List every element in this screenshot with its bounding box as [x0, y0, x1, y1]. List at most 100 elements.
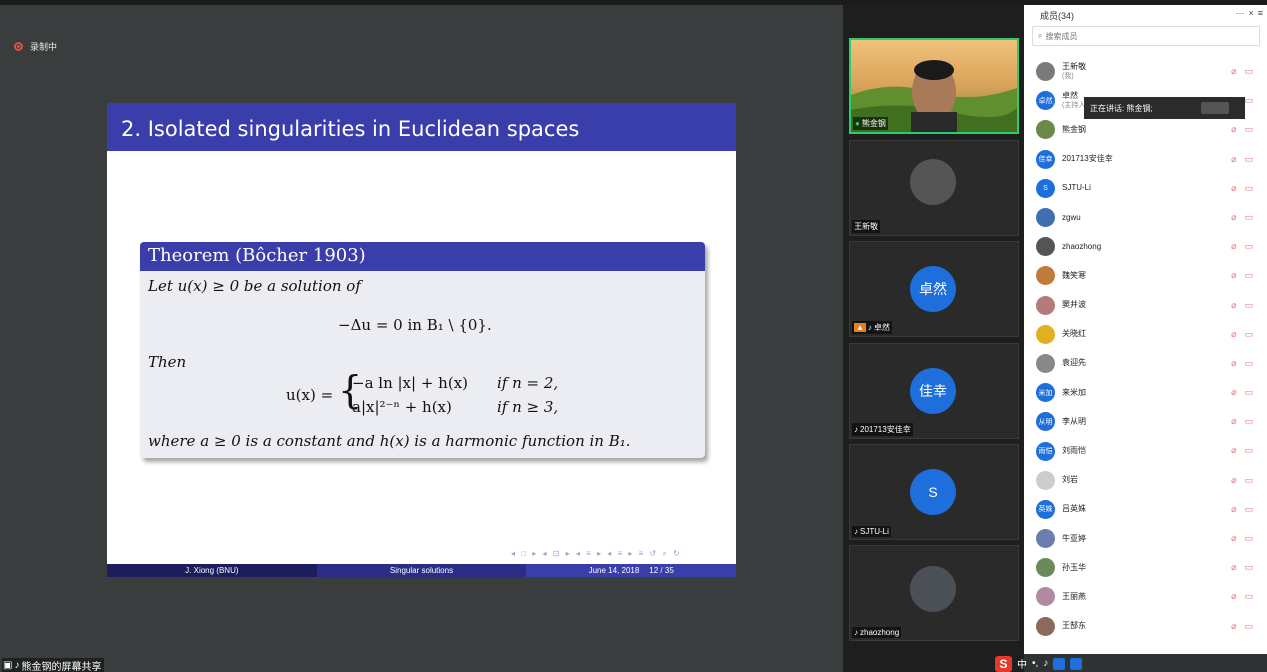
mic-muted-icon[interactable]: ⌀	[1231, 154, 1236, 165]
video-tile-zhaozhong[interactable]: ♪ zhaozhong	[849, 545, 1019, 641]
member-item[interactable]: S SJTU-Li ⌀ ▭	[1024, 174, 1267, 203]
member-search-input[interactable]: ⌕ 搜索成员	[1032, 26, 1260, 46]
beamer-navigation-icons[interactable]: ◂ □ ▸ ◂ ⊡ ▸ ◂ ≡ ▸ ◂ ≡ ▸ ≡ ↺ ⌕ ↻	[511, 549, 682, 559]
camera-off-icon[interactable]: ▭	[1244, 241, 1253, 252]
toolbox-icon[interactable]	[1070, 657, 1083, 670]
member-name: 刘岩	[1062, 475, 1078, 485]
camera-off-icon[interactable]: ▭	[1244, 270, 1253, 281]
mic-muted-icon[interactable]: ⌀	[1231, 504, 1236, 515]
member-item[interactable]: zgwu ⌀ ▭	[1024, 203, 1267, 232]
member-item[interactable]: 熊金钢 ⌀ ▭	[1024, 115, 1267, 144]
member-name: 熊金钢	[1062, 125, 1086, 135]
member-item[interactable]: 雨恺 刘雨恺 ⌀ ▭	[1024, 436, 1267, 465]
mic-muted-icon[interactable]: ⌀	[1231, 300, 1236, 311]
member-item[interactable]: 从明 李从明 ⌀ ▭	[1024, 407, 1267, 436]
member-item[interactable]: 王郜东 ⌀ ▭	[1024, 612, 1267, 641]
member-item[interactable]: 关晓红 ⌀ ▭	[1024, 320, 1267, 349]
punctuation-icon[interactable]: •,	[1032, 658, 1038, 669]
camera-off-icon[interactable]: ▭	[1244, 124, 1253, 135]
member-item[interactable]: 孙玉华 ⌀ ▭	[1024, 553, 1267, 582]
camera-off-icon[interactable]: ▭	[1244, 562, 1253, 573]
member-status-icons: ⌀▭	[1231, 300, 1253, 311]
mic-muted-icon[interactable]: ⌀	[1231, 621, 1236, 632]
mic-muted-icon[interactable]: ⌀	[1231, 66, 1236, 77]
camera-off-icon[interactable]: ▭	[1244, 504, 1253, 515]
camera-off-icon[interactable]: ▭	[1244, 533, 1253, 544]
video-tile-zhuoran[interactable]: 卓然 ▲ ♪ 卓然	[849, 241, 1019, 337]
member-item[interactable]: 米加 来米加 ⌀ ▭	[1024, 378, 1267, 407]
menu-icon[interactable]: ≡	[1258, 8, 1263, 18]
avatar	[1036, 616, 1055, 636]
camera-off-icon[interactable]: ▭	[1244, 66, 1253, 77]
mic-muted-icon[interactable]: ⌀	[1231, 445, 1236, 456]
camera-off-icon[interactable]: ▭	[1244, 154, 1253, 165]
slide-footer: J. Xiong (BNU) Singular solutions June 1…	[107, 564, 737, 577]
member-name-text: 牛亚婷	[1062, 533, 1086, 543]
camera-off-icon[interactable]: ▭	[1244, 387, 1253, 398]
ime-mode[interactable]: 中	[1017, 656, 1027, 671]
voice-input-icon[interactable]: ♪	[1043, 658, 1048, 669]
mic-muted-icon[interactable]: ⌀	[1231, 183, 1236, 194]
ime-logo-icon[interactable]: S	[995, 655, 1012, 672]
close-icon[interactable]: ×	[1248, 8, 1253, 18]
member-item[interactable]: 窦井波 ⌀ ▭	[1024, 291, 1267, 320]
camera-off-icon[interactable]: ▭	[1244, 300, 1253, 311]
slide-title: 2. Isolated singularities in Euclidean s…	[121, 117, 580, 141]
member-name-text: 刘雨恺	[1062, 446, 1086, 456]
video-tile-sjtu-li[interactable]: S ♪ SJTU-Li	[849, 444, 1019, 540]
mic-muted-icon[interactable]: ⌀	[1231, 416, 1236, 427]
member-item[interactable]: 魏笑寒 ⌀ ▭	[1024, 261, 1267, 290]
member-name-text: 201713安佳幸	[1062, 154, 1113, 164]
member-item[interactable]: 英姝 吕英姝 ⌀ ▭	[1024, 495, 1267, 524]
camera-off-icon[interactable]: ▭	[1244, 95, 1253, 106]
member-item[interactable]: 王丽燕 ⌀ ▭	[1024, 582, 1267, 611]
mic-muted-icon[interactable]: ⌀	[1231, 241, 1236, 252]
camera-off-icon[interactable]: ▭	[1244, 212, 1253, 223]
more-icon[interactable]: ···	[1235, 8, 1244, 18]
speaking-wave-icon	[1201, 102, 1229, 114]
video-tile-label: ♪ zhaozhong	[852, 627, 902, 638]
camera-off-icon[interactable]: ▭	[1244, 445, 1253, 456]
mic-muted-icon[interactable]: ⌀	[1231, 212, 1236, 223]
member-item[interactable]: 袁迎先 ⌀ ▭	[1024, 349, 1267, 378]
camera-off-icon[interactable]: ▭	[1244, 183, 1253, 194]
recording-label: 录制中	[30, 42, 58, 52]
video-tile-label: ♪ 201713安佳幸	[852, 423, 913, 436]
mic-muted-icon[interactable]: ⌀	[1231, 358, 1236, 369]
mic-muted-icon[interactable]: ⌀	[1231, 562, 1236, 573]
ime-toolbar[interactable]: S 中 •, ♪	[995, 655, 1083, 672]
mic-muted-icon[interactable]: ⌀	[1231, 533, 1236, 544]
keyboard-icon[interactable]	[1053, 657, 1066, 670]
video-tile-wangxinjing[interactable]: 王新敬	[849, 140, 1019, 236]
avatar	[1036, 587, 1055, 607]
theorem-title: Theorem (Bôcher 1903)	[140, 242, 705, 271]
member-name-text: 袁迎先	[1062, 358, 1086, 368]
avatar: 从明	[1036, 412, 1055, 432]
mic-muted-icon[interactable]: ⌀	[1231, 591, 1236, 602]
video-tile-label: 王新敬	[852, 220, 880, 233]
mic-muted-icon[interactable]: ⌀	[1231, 270, 1236, 281]
video-tile-anjiaxing[interactable]: 佳幸 ♪ 201713安佳幸	[849, 343, 1019, 439]
camera-off-icon[interactable]: ▭	[1244, 591, 1253, 602]
member-item[interactable]: 牛亚婷 ⌀ ▭	[1024, 524, 1267, 553]
member-name-text: 王新敬	[1062, 61, 1086, 71]
avatar: 佳幸	[910, 368, 956, 414]
member-item[interactable]: zhaozhong ⌀ ▭	[1024, 232, 1267, 261]
video-tile-xiongjingang[interactable]: ● 熊金钢	[849, 38, 1019, 134]
mic-muted-icon[interactable]: ⌀	[1231, 387, 1236, 398]
camera-off-icon[interactable]: ▭	[1244, 475, 1253, 486]
avatar: 卓然	[910, 266, 956, 312]
member-item[interactable]: 刘岩 ⌀ ▭	[1024, 466, 1267, 495]
member-item[interactable]: 佳幸 201713安佳幸 ⌀ ▭	[1024, 145, 1267, 174]
camera-off-icon[interactable]: ▭	[1244, 621, 1253, 632]
camera-off-icon[interactable]: ▭	[1244, 358, 1253, 369]
member-item[interactable]: 王新敬 (我) ⌀ ▭	[1024, 57, 1267, 86]
camera-off-icon[interactable]: ▭	[1244, 329, 1253, 340]
camera-off-icon[interactable]: ▭	[1244, 416, 1253, 427]
theorem-equation: −Δu = 0 in B₁ \ {0}.	[338, 316, 492, 334]
screen-icon: ▣	[3, 660, 13, 671]
mic-muted-icon[interactable]: ⌀	[1231, 124, 1236, 135]
mic-muted-icon[interactable]: ⌀	[1231, 329, 1236, 340]
mic-muted-icon[interactable]: ⌀	[1231, 475, 1236, 486]
footer-date: June 14, 2018	[588, 566, 640, 575]
